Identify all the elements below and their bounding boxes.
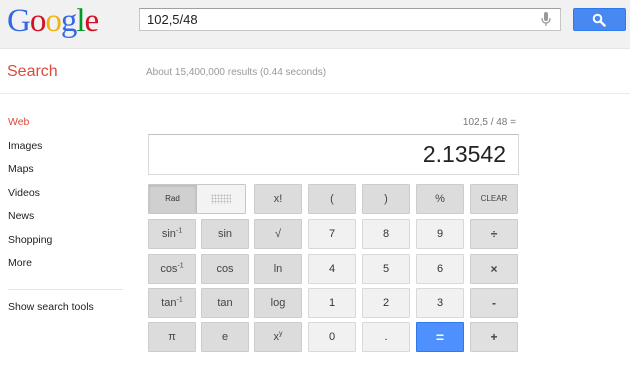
nav-item-news[interactable]: News [8, 206, 128, 230]
search-box[interactable]: 102,5/48 [139, 8, 561, 31]
left-nav: Web Images Maps Videos News Shopping Mor… [8, 112, 128, 277]
deg-button[interactable] [197, 185, 245, 213]
nav-item-web[interactable]: Web [8, 112, 128, 136]
power-button[interactable]: xy [254, 322, 302, 352]
percent-button[interactable]: % [416, 184, 464, 214]
digit-8-button[interactable]: 8 [362, 219, 410, 249]
inverse-superscript: -1 [175, 227, 183, 235]
top-header: Google 102,5/48 [0, 0, 630, 49]
calculator-result: 2.13542 [422, 141, 506, 167]
factorial-button[interactable]: x! [254, 184, 302, 214]
ln-button[interactable]: ln [254, 254, 302, 284]
nav-item-videos[interactable]: Videos [8, 183, 128, 207]
sqrt-button[interactable]: √ [254, 219, 302, 249]
show-search-tools-link[interactable]: Show search tools [8, 301, 94, 313]
search-title: Search [7, 63, 58, 80]
sin-button[interactable]: sin [201, 219, 249, 249]
results-count: About 15,400,000 results (0.44 seconds) [146, 67, 327, 78]
power-superscript: y [279, 330, 283, 338]
divide-button[interactable]: ÷ [470, 219, 518, 249]
magnifier-icon [592, 13, 606, 27]
pi-button[interactable]: π [148, 322, 196, 352]
arccos-label: cos [160, 263, 178, 275]
digit-2-button[interactable]: 2 [362, 288, 410, 318]
search-input[interactable]: 102,5/48 [147, 9, 198, 30]
decimal-point-button[interactable]: . [362, 322, 410, 352]
search-button[interactable] [573, 8, 626, 31]
left-paren-button[interactable]: ( [308, 184, 356, 214]
digit-5-button[interactable]: 5 [362, 254, 410, 284]
tan-button[interactable]: tan [201, 288, 249, 318]
digit-4-button[interactable]: 4 [308, 254, 356, 284]
right-paren-button[interactable]: ) [362, 184, 410, 214]
equals-button[interactable]: = [416, 322, 464, 352]
digit-0-button[interactable]: 0 [308, 322, 356, 352]
logo-letter: e [84, 3, 100, 39]
arccos-button[interactable]: cos-1 [148, 254, 196, 284]
multiply-button[interactable]: × [470, 254, 518, 284]
digit-7-button[interactable]: 7 [308, 219, 356, 249]
digit-6-button[interactable]: 6 [416, 254, 464, 284]
logo-letter: o [45, 3, 61, 39]
nav-item-shopping[interactable]: Shopping [8, 230, 128, 254]
logo-letter: G [7, 3, 31, 39]
inverse-superscript: -1 [177, 262, 184, 270]
log-button[interactable]: log [254, 288, 302, 318]
clear-button[interactable]: CLEAR [470, 184, 518, 214]
rad-button[interactable]: Rad [149, 185, 197, 213]
arcsin-label: sin [161, 228, 176, 240]
arctan-button[interactable]: tan-1 [148, 288, 196, 318]
nav-item-maps[interactable]: Maps [8, 159, 128, 183]
digit-1-button[interactable]: 1 [308, 288, 356, 318]
plus-button[interactable]: + [470, 322, 518, 352]
arcsin-button[interactable]: sin-1 [148, 219, 196, 249]
arctan-label: tan [161, 297, 177, 309]
logo-letter: o [29, 3, 46, 39]
logo-letter: l [76, 3, 85, 39]
cos-button[interactable]: cos [201, 254, 249, 284]
google-logo[interactable]: Google [7, 3, 100, 39]
digit-3-button[interactable]: 3 [416, 288, 464, 318]
inverse-superscript: -1 [176, 296, 183, 304]
calculator-display: 2.13542 [148, 134, 519, 175]
nav-item-more[interactable]: More [8, 253, 128, 277]
calculator-expression: 102,5 / 48 = [462, 117, 516, 128]
nav-item-images[interactable]: Images [8, 136, 128, 160]
e-button[interactable]: e [201, 322, 249, 352]
minus-button[interactable]: - [470, 288, 518, 318]
logo-letter: g [60, 3, 77, 39]
nav-divider [8, 289, 123, 290]
digit-9-button[interactable]: 9 [416, 219, 464, 249]
angle-mode-toggle[interactable]: Rad [148, 184, 246, 214]
dots-icon [211, 194, 231, 204]
microphone-icon[interactable] [541, 12, 551, 27]
subheader-bar: Search About 15,400,000 results (0.44 se… [0, 49, 630, 94]
